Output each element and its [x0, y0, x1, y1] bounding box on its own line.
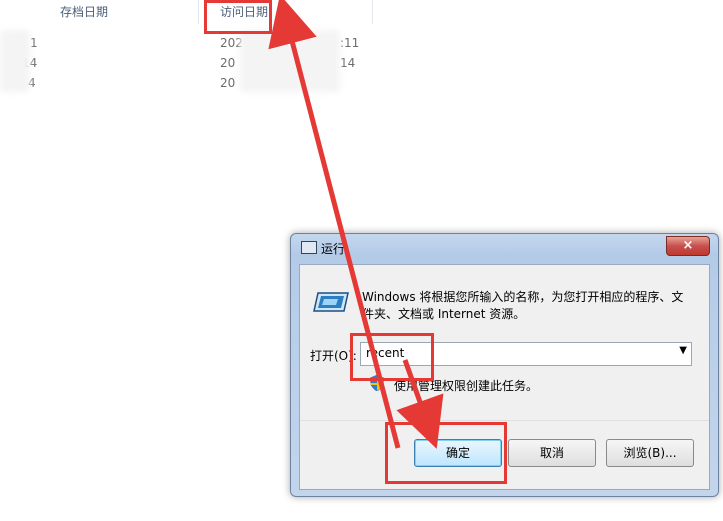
- arrow-to-ok-button: [396, 359, 444, 449]
- arrow-to-access-date: [268, 0, 401, 449]
- annotation-arrows: [268, 0, 444, 449]
